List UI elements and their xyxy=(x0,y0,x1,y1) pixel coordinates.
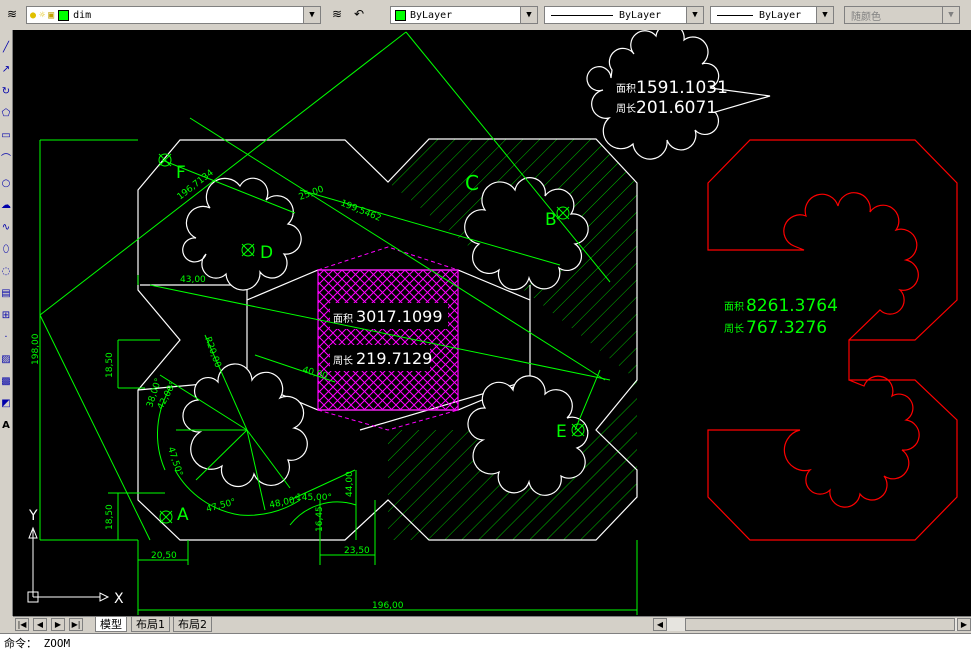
rectangle-tool-icon[interactable]: ▭ xyxy=(0,126,12,144)
hatch-perimeter-label: 周长 xyxy=(333,355,353,367)
command-line[interactable]: 命令： ZOOM xyxy=(0,633,971,651)
dim-44: 44,00 xyxy=(345,471,355,497)
layer-dropdown-arrow[interactable]: ▼ xyxy=(303,7,320,23)
callout-area-value: 1591.1031 xyxy=(636,78,728,98)
last-tab-button[interactable]: ▶| xyxy=(69,618,83,631)
sun-icon: ☼ xyxy=(39,9,46,21)
ucs-x-label: X xyxy=(114,591,124,607)
draw-toolbar: ╱ ↗ ↻ ⬠ ▭ ⌒ ○ ☁ ∿ ⬯ ◌ ▤ ⊞ · ▨ ▩ ◩ A xyxy=(0,30,13,616)
dim-20-50: 20,50 xyxy=(151,551,177,561)
dim-145: 145,00° xyxy=(296,493,332,503)
linetype-sample xyxy=(551,14,613,16)
dim-198: 198,00 xyxy=(31,333,41,365)
hatch-perimeter-value: 219.7129 xyxy=(356,349,432,368)
red-perimeter-label: 周长 xyxy=(724,323,744,335)
line-tool-icon[interactable]: ╱ xyxy=(0,38,12,56)
color-combo[interactable]: ByLayer ▼ xyxy=(390,6,538,24)
make-current-layer-icon[interactable]: ≋ xyxy=(328,5,346,23)
dim-196: 196,00 xyxy=(372,601,404,611)
tab-layout1[interactable]: 布局1 xyxy=(131,617,170,632)
lineweight-combo[interactable]: ByLayer ▼ xyxy=(710,6,834,24)
insert-block-tool-icon[interactable]: ▤ xyxy=(0,284,12,302)
tab-layout2[interactable]: 布局2 xyxy=(173,617,212,632)
first-tab-button[interactable]: |◀ xyxy=(15,618,29,631)
make-block-tool-icon[interactable]: ⊞ xyxy=(0,306,12,324)
hatch-area-label: 面积 xyxy=(333,313,353,325)
dim-r20: R20,00 xyxy=(202,336,222,370)
next-tab-button[interactable]: ▶ xyxy=(51,618,65,631)
callout-area-label: 面积 xyxy=(616,83,636,95)
ellipse-arc-tool-icon[interactable]: ◌ xyxy=(0,262,12,280)
xline-tool-icon[interactable]: ↗ xyxy=(0,60,12,78)
red-area-label: 面积 xyxy=(724,301,744,313)
layer-combo[interactable]: ● ☼ ▣ dim ▼ xyxy=(26,6,321,24)
layer-toolbar: ≋ ● ☼ ▣ dim ▼ ≋ ↶ ByLayer ▼ ByLayer ▼ By… xyxy=(0,0,971,31)
red-perimeter-value: 767.3276 xyxy=(746,318,827,338)
lineweight-dropdown-arrow[interactable]: ▼ xyxy=(816,7,833,23)
dim-18-50-bottom: 18,50 xyxy=(105,504,115,530)
horizontal-scrollbar[interactable]: ◀ ▶ xyxy=(653,618,971,631)
layer-color-swatch xyxy=(58,9,70,21)
hatch-tool-icon[interactable]: ▨ xyxy=(0,350,12,368)
bulb-icon: ● xyxy=(30,9,37,21)
lock-icon: ▣ xyxy=(48,9,55,21)
callout-perimeter-label: 周长 xyxy=(616,103,636,115)
hatch-area-value: 3017.1099 xyxy=(356,307,443,326)
dim-23-50: 23,50 xyxy=(344,546,370,556)
color-dropdown-arrow[interactable]: ▼ xyxy=(520,7,537,23)
lineweight-sample xyxy=(717,14,753,16)
linetype-combo-value: ByLayer xyxy=(619,9,662,21)
gradient-tool-icon[interactable]: ▩ xyxy=(0,372,12,390)
dim-25: 25,00 xyxy=(298,185,326,203)
red-shape-three xyxy=(707,139,958,541)
dim-43: 43,00 xyxy=(180,275,206,285)
plotstyle-combo-value: 随颜色 xyxy=(851,11,881,23)
label-a: A xyxy=(177,505,189,525)
color-combo-value: ByLayer xyxy=(410,9,453,21)
scroll-left-icon[interactable]: ◀ xyxy=(653,618,667,631)
red-area-value: 8261.3764 xyxy=(746,296,838,316)
dim-199-5462: 199,5462 xyxy=(339,199,383,224)
polyline-tool-icon[interactable]: ↻ xyxy=(0,82,12,100)
revcloud-tool-icon[interactable]: ☁ xyxy=(0,196,12,214)
circle-tool-icon[interactable]: ○ xyxy=(0,174,12,192)
label-f: F xyxy=(176,163,186,183)
plotstyle-combo: 随颜色 ▼ xyxy=(844,6,960,24)
spline-tool-icon[interactable]: ∿ xyxy=(0,218,12,236)
drawing-canvas[interactable]: A B C D E F 196,7134 199,5462 25,00 43,0… xyxy=(13,30,971,616)
dim-18-50-top: 18,50 xyxy=(105,352,115,378)
scroll-right-icon[interactable]: ▶ xyxy=(957,618,971,631)
layer-manager-icon[interactable]: ≋ xyxy=(3,5,21,23)
dim-47-50-horizontal: 47,50° xyxy=(205,497,237,514)
layer-name: dim xyxy=(73,9,92,21)
ellipse-tool-icon[interactable]: ⬯ xyxy=(0,240,12,258)
region-tool-icon[interactable]: ◩ xyxy=(0,394,12,412)
polygon-tool-icon[interactable]: ⬠ xyxy=(0,104,12,122)
scroll-thumb[interactable] xyxy=(685,618,955,631)
linetype-dropdown-arrow[interactable]: ▼ xyxy=(686,7,703,23)
layer-previous-icon[interactable]: ↶ xyxy=(350,5,368,23)
plotstyle-dropdown-arrow: ▼ xyxy=(942,7,959,23)
color-swatch xyxy=(395,9,406,21)
linetype-combo[interactable]: ByLayer ▼ xyxy=(544,6,704,24)
point-tool-icon[interactable]: · xyxy=(0,328,12,346)
prev-tab-button[interactable]: ◀ xyxy=(33,618,47,631)
dim-16-45: 16,45 xyxy=(315,506,325,532)
lineweight-combo-value: ByLayer xyxy=(759,9,802,21)
dim-47-50-vertical: 47,50° xyxy=(165,446,184,478)
label-d: D xyxy=(260,243,273,263)
layout-tab-bar: |◀ ◀ ▶ ▶| 模型 布局1 布局2 ◀ ▶ xyxy=(13,616,971,633)
label-c: C xyxy=(465,171,479,195)
area-callout-cloud: 面积 1591.1031 周长 201.6071 xyxy=(586,30,771,160)
red-shape-annotation: 面积 8261.3764 周长 767.3276 xyxy=(724,296,838,338)
callout-perimeter-value: 201.6071 xyxy=(636,98,717,118)
ucs-y-label: Y xyxy=(28,508,38,524)
mtext-tool-icon[interactable]: A xyxy=(0,416,12,434)
label-e: E xyxy=(556,422,567,442)
arc-tool-icon[interactable]: ⌒ xyxy=(0,148,12,166)
tab-model[interactable]: 模型 xyxy=(95,617,127,632)
label-b: B xyxy=(545,210,557,230)
